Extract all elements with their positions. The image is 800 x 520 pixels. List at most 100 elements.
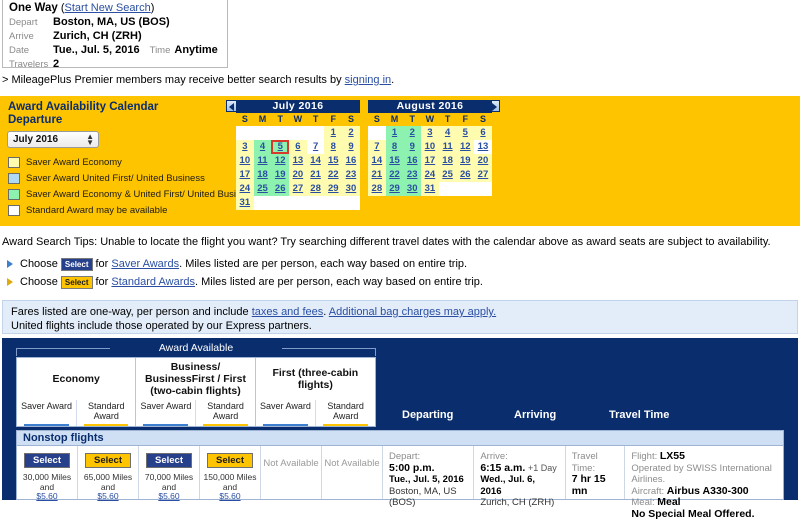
calendar-day-link[interactable]: 23 (407, 169, 418, 180)
calendar-day-link[interactable]: 26 (275, 183, 286, 194)
calendar-day-cell[interactable]: 6 (474, 126, 492, 140)
calendar-day-link[interactable]: 3 (242, 141, 247, 152)
calendar-day-cell[interactable]: 20 (474, 154, 492, 168)
tip-award-link[interactable]: Saver Awards (111, 258, 179, 270)
calendar-day-cell[interactable]: 25 (253, 182, 272, 196)
calendar-day-cell[interactable]: 28 (368, 182, 386, 196)
calendar-day-cell[interactable]: 21 (368, 168, 386, 182)
calendar-day-link[interactable]: 7 (374, 141, 379, 152)
calendar-day-link[interactable]: 13 (478, 141, 489, 152)
calendar-day-link[interactable]: 10 (425, 141, 436, 152)
calendar-day-cell[interactable]: 24 (421, 168, 439, 182)
calendar-day-cell[interactable]: 3 (236, 140, 254, 154)
calendar-day-link[interactable]: 2 (410, 127, 415, 138)
calendar-day-link[interactable]: 22 (389, 169, 400, 180)
calendar-day-cell[interactable]: 30 (342, 182, 360, 196)
calendar-day-link[interactable]: 27 (478, 169, 489, 180)
month-select[interactable]: July 2016 ▲ ▼ (7, 131, 99, 148)
calendar-day-link[interactable]: 31 (240, 197, 251, 208)
calendar-day-cell[interactable]: 10 (236, 154, 254, 168)
calendar-day-cell[interactable]: 31 (421, 182, 439, 196)
calendar-day-cell[interactable]: 20 (289, 168, 307, 182)
calendar-day-cell[interactable]: 27 (474, 168, 492, 182)
calendar-day-link[interactable]: 30 (407, 183, 418, 194)
calendar-day-link[interactable]: 25 (257, 183, 268, 194)
tip-select-button[interactable]: Select (60, 275, 93, 289)
calendar-day-cell[interactable]: 22 (324, 168, 343, 182)
calendar-day-cell[interactable]: 30 (403, 182, 422, 196)
calendar-day-cell[interactable]: 11 (253, 154, 272, 168)
calendar-day-link[interactable]: 8 (392, 141, 397, 152)
calendar-day-link[interactable]: 18 (442, 155, 453, 166)
calendar-day-cell[interactable]: 16 (403, 154, 422, 168)
calendar-day-link[interactable]: 28 (372, 183, 383, 194)
calendar-day-cell[interactable]: 5 (271, 140, 290, 154)
start-new-search-link[interactable]: Start New Search (65, 2, 151, 15)
calendar-day-link[interactable]: 9 (410, 141, 415, 152)
calendar-day-link[interactable]: 4 (260, 141, 265, 152)
taxes-and-fees-link[interactable]: taxes and fees (252, 306, 324, 318)
calendar-day-link[interactable]: 24 (240, 183, 251, 194)
calendar-day-link[interactable]: 5 (463, 127, 468, 138)
calendar-day-link[interactable]: 15 (389, 155, 400, 166)
sign-in-link[interactable]: signing in (345, 74, 391, 86)
calendar-day-link[interactable]: 12 (275, 155, 286, 166)
calendar-day-cell[interactable]: 2 (403, 126, 422, 140)
calendar-day-link[interactable]: 21 (372, 169, 383, 180)
calendar-day-cell[interactable]: 25 (438, 168, 457, 182)
calendar-day-link[interactable]: 20 (478, 155, 489, 166)
calendar-day-cell[interactable]: 5 (456, 126, 475, 140)
calendar-day-cell[interactable]: 2 (342, 126, 360, 140)
calendar-day-cell[interactable]: 16 (342, 154, 360, 168)
calendar-day-cell[interactable]: 13 (474, 140, 492, 154)
calendar-day-cell[interactable]: 18 (253, 168, 272, 182)
calendar-day-link[interactable]: 1 (331, 127, 336, 138)
calendar-day-link[interactable]: 3 (427, 127, 432, 138)
calendar-day-cell[interactable]: 12 (456, 140, 475, 154)
calendar-day-link[interactable]: 16 (407, 155, 418, 166)
calendar-day-cell[interactable]: 28 (306, 182, 325, 196)
calendar-day-link[interactable]: 13 (293, 155, 304, 166)
calendar-day-cell[interactable]: 27 (289, 182, 307, 196)
calendar-day-cell[interactable]: 4 (253, 140, 272, 154)
calendar-day-link[interactable]: 29 (328, 183, 339, 194)
calendar-day-cell[interactable]: 11 (438, 140, 457, 154)
calendar-day-cell[interactable]: 15 (385, 154, 404, 168)
calendar-day-cell[interactable]: 10 (421, 140, 439, 154)
calendar-day-link[interactable]: 8 (331, 141, 336, 152)
calendar-day-cell[interactable]: 8 (324, 140, 343, 154)
calendar-day-cell[interactable]: 17 (421, 154, 439, 168)
calendar-day-link[interactable]: 12 (460, 141, 471, 152)
select-button[interactable]: Select (207, 453, 253, 468)
calendar-day-link[interactable]: 6 (480, 127, 485, 138)
calendar-day-link[interactable]: 16 (346, 155, 357, 166)
calendar-day-link[interactable]: 27 (293, 183, 304, 194)
select-button[interactable]: Select (146, 453, 192, 468)
calendar-day-link[interactable]: 30 (346, 183, 357, 194)
calendar-day-link[interactable]: 7 (313, 141, 318, 152)
calendar-day-link[interactable]: 31 (425, 183, 436, 194)
calendar-day-link[interactable]: 9 (348, 141, 353, 152)
calendar-day-link[interactable]: 14 (310, 155, 321, 166)
tip-select-button[interactable]: Select (60, 257, 93, 271)
calendar-day-cell[interactable]: 14 (368, 154, 386, 168)
calendar-day-link[interactable]: 20 (293, 169, 304, 180)
calendar-day-link[interactable]: 6 (295, 141, 300, 152)
calendar-day-link[interactable]: 11 (258, 155, 268, 166)
calendar-day-cell[interactable]: 23 (342, 168, 360, 182)
calendar-day-link[interactable]: 11 (443, 141, 453, 152)
calendar-day-link[interactable]: 17 (240, 169, 251, 180)
calendar-day-cell[interactable]: 8 (385, 140, 404, 154)
calendar-day-cell[interactable]: 22 (385, 168, 404, 182)
calendar-day-link[interactable]: 5 (278, 141, 283, 152)
calendar-day-cell[interactable]: 17 (236, 168, 254, 182)
calendar-day-link[interactable]: 23 (346, 169, 357, 180)
calendar-day-cell[interactable]: 29 (324, 182, 343, 196)
calendar-day-link[interactable]: 19 (275, 169, 286, 180)
calendar-day-cell[interactable]: 7 (368, 140, 386, 154)
calendar-day-link[interactable]: 14 (372, 155, 383, 166)
calendar-day-cell[interactable]: 26 (456, 168, 475, 182)
calendar-day-cell[interactable]: 26 (271, 182, 290, 196)
calendar-day-cell[interactable]: 7 (306, 140, 325, 154)
calendar-day-cell[interactable]: 14 (306, 154, 325, 168)
